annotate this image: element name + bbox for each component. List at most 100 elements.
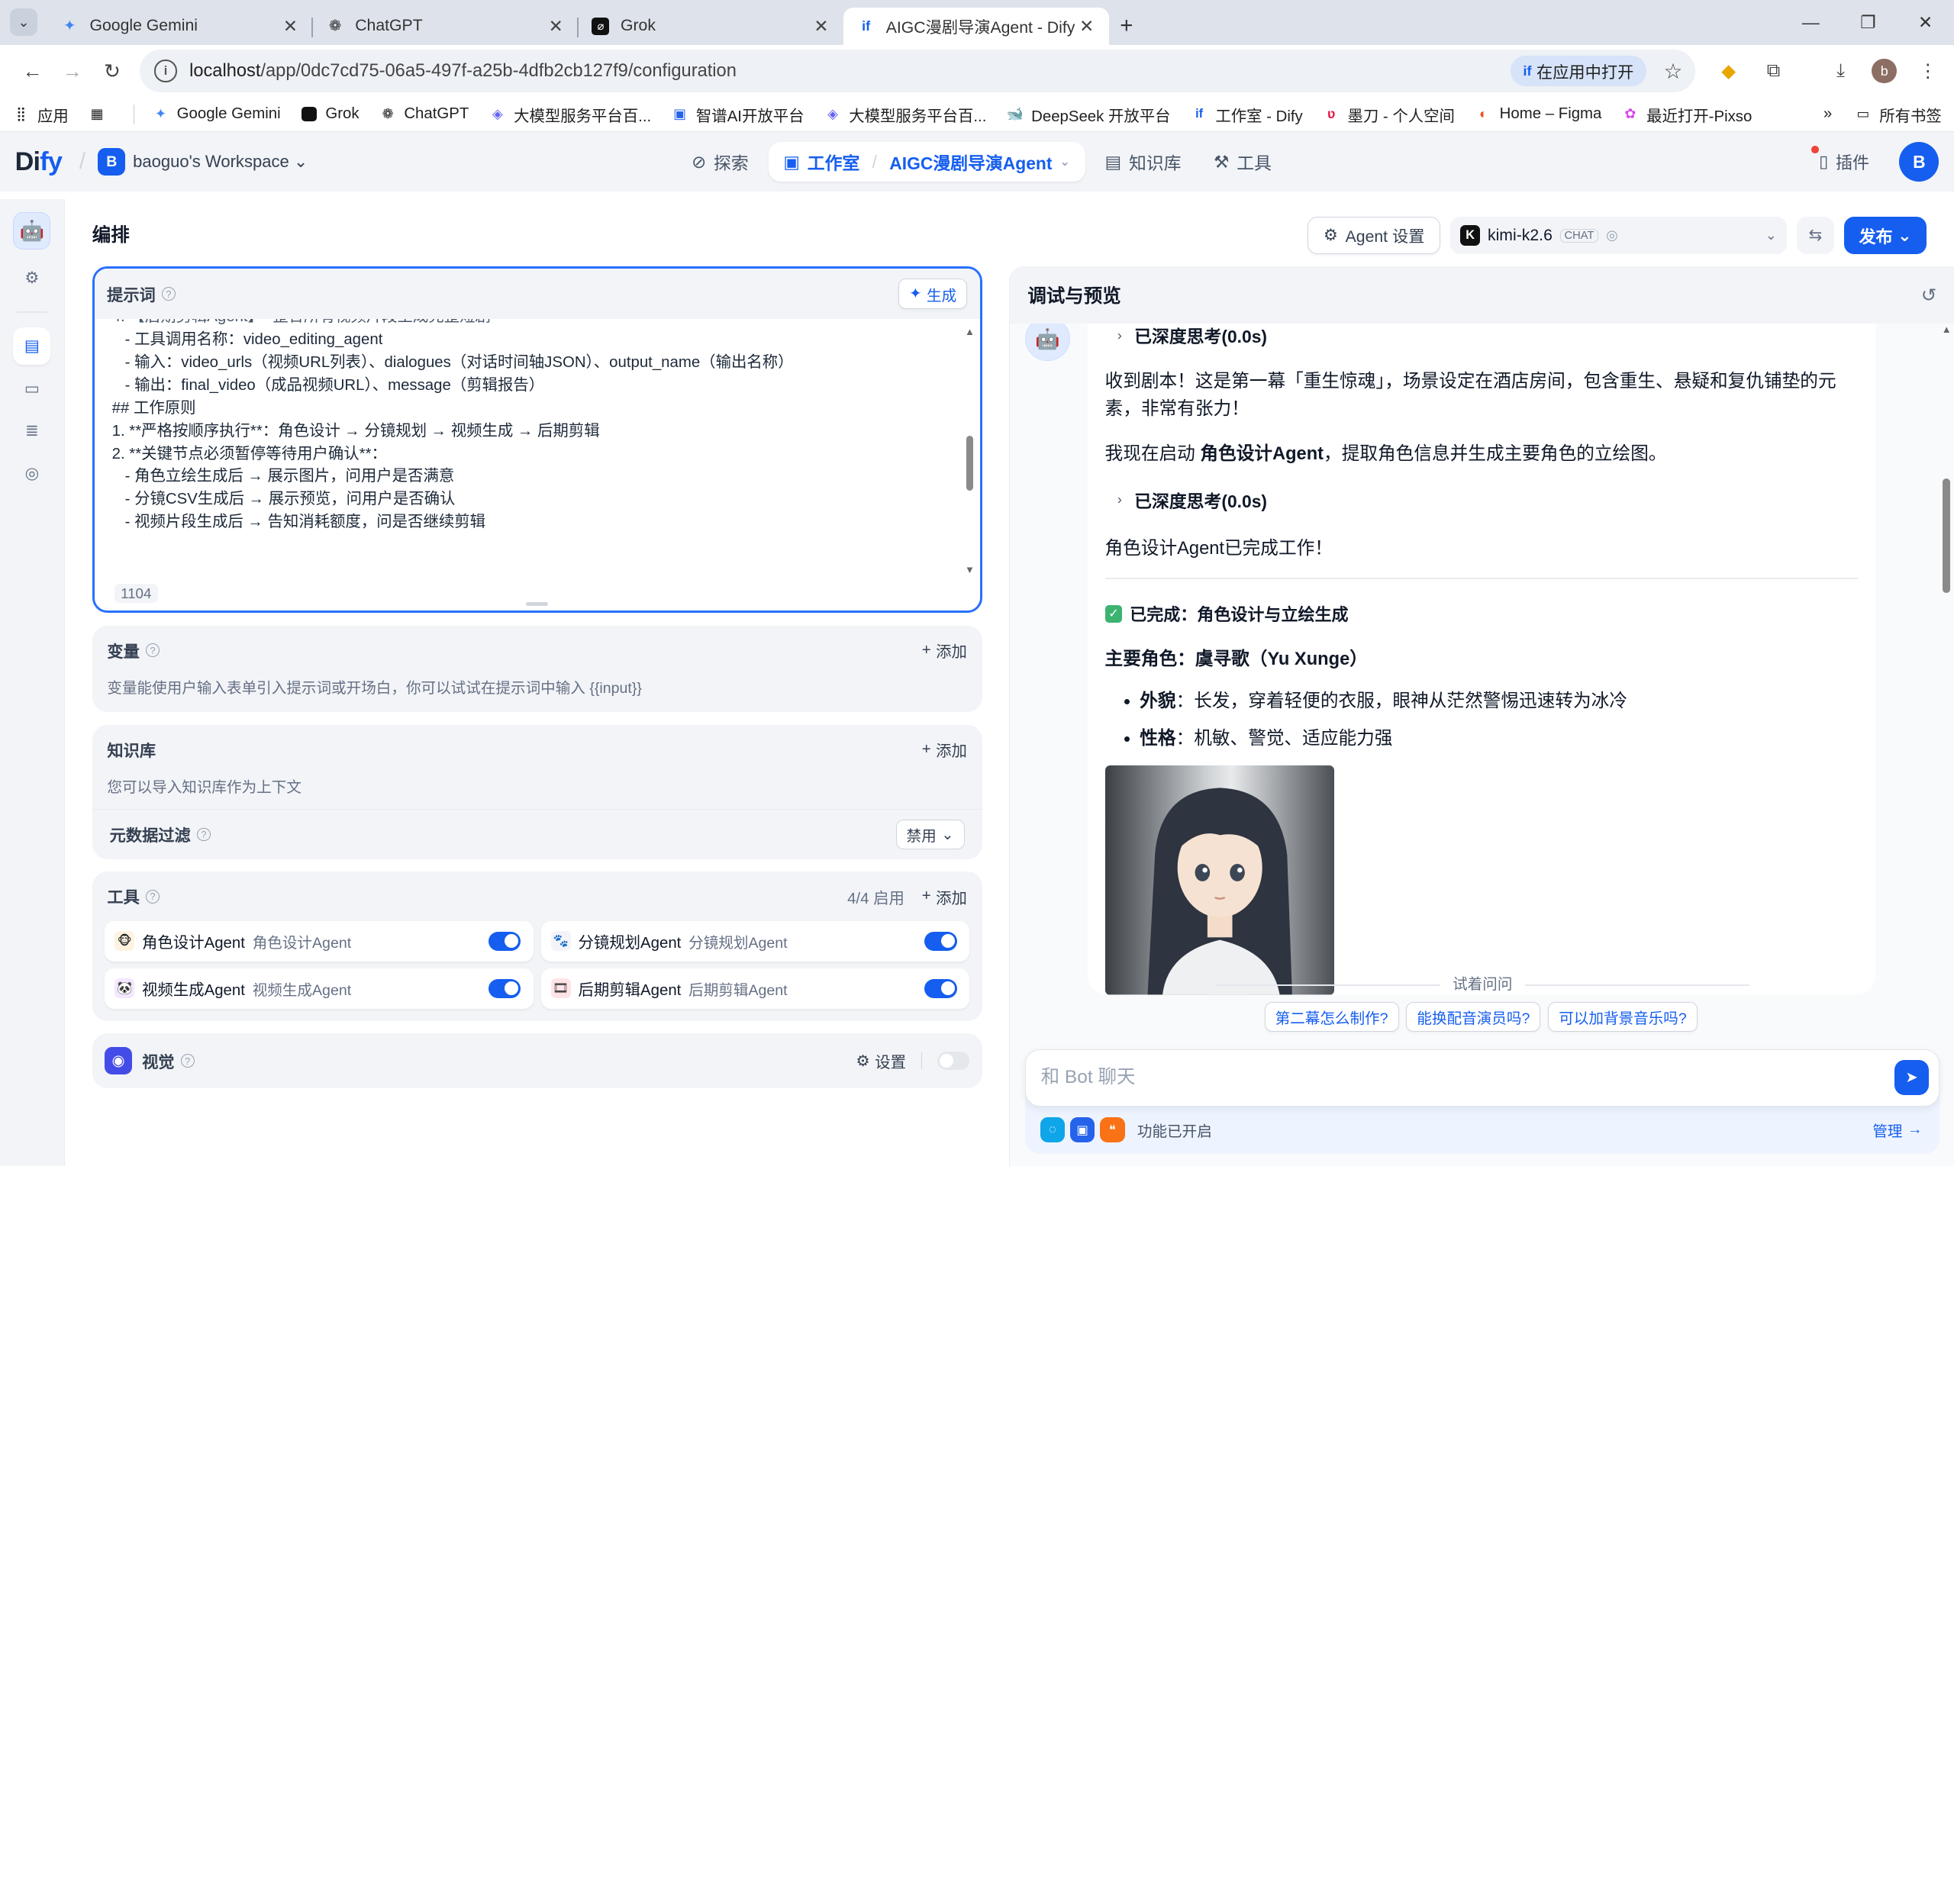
vision-settings-button[interactable]: ⚙ 设置: [856, 1049, 906, 1072]
refresh-icon[interactable]: ↺: [1921, 284, 1937, 307]
nav-explore[interactable]: ⊘ 探索: [679, 142, 761, 182]
thinking-toggle[interactable]: › 已深度思考(0.0s): [1105, 324, 1858, 351]
monitor-icon[interactable]: ◎: [13, 455, 50, 492]
bookmark-item[interactable]: ʋ 墨刀 - 个人空间: [1323, 103, 1455, 126]
bookmark-item[interactable]: ◐ Home – Figma: [1475, 105, 1601, 123]
help-icon[interactable]: ?: [180, 1054, 195, 1068]
restore-icon[interactable]: ❐: [1840, 0, 1897, 45]
tool-item[interactable]: 🐼 视频生成Agent 视频生成Agent: [105, 968, 534, 1009]
thinking-toggle[interactable]: › 已深度思考(0.0s): [1105, 483, 1858, 515]
forward-icon[interactable]: →: [53, 51, 92, 91]
more-menu-icon[interactable]: ⋮: [1914, 60, 1942, 82]
manage-features-link[interactable]: 管理 →: [1872, 1119, 1922, 1141]
nav-studio-label[interactable]: 工作室: [808, 149, 860, 175]
scroll-thumb[interactable]: [966, 436, 974, 491]
resize-handle[interactable]: [525, 601, 549, 606]
tool-item[interactable]: 🐾 分镜规划Agent 分镜规划Agent: [540, 921, 970, 962]
reload-icon[interactable]: ↻: [92, 51, 132, 91]
new-tab-button[interactable]: +: [1109, 8, 1144, 45]
nav-studio[interactable]: ▣ 工作室 / AIGC漫剧导演Agent ⌄: [768, 142, 1085, 182]
tab-grok[interactable]: ⌀ Grok ✕: [579, 8, 844, 45]
close-icon[interactable]: ✕: [280, 16, 300, 37]
chat-input[interactable]: [1040, 1067, 1894, 1089]
character-portrait-image[interactable]: [1104, 765, 1334, 995]
url-text[interactable]: localhost/app/0dc7cd75-06a5-497f-a25b-4d…: [189, 61, 1511, 82]
bookmark-apps[interactable]: ⣿ 应用: [12, 103, 69, 126]
all-bookmarks[interactable]: ▭ 所有书签: [1855, 103, 1942, 126]
tool-toggle[interactable]: [488, 979, 521, 998]
bookmark-item[interactable]: Grok: [301, 105, 360, 123]
vision-toggle[interactable]: [937, 1051, 970, 1071]
help-icon[interactable]: ?: [145, 889, 160, 904]
scroll-down-icon[interactable]: ▼: [965, 564, 975, 575]
terminal-icon[interactable]: ▭: [13, 370, 50, 408]
bookmark-item[interactable]: ◈ 大模型服务平台百...: [488, 103, 651, 126]
suggested-question[interactable]: 能换配音演员吗?: [1406, 1001, 1541, 1032]
tool-item[interactable]: 🐵 角色设计Agent 角色设计Agent: [105, 921, 534, 962]
chat-scrollbar[interactable]: ▲: [1942, 324, 1952, 1046]
tool-toggle[interactable]: [488, 932, 521, 951]
close-window-icon[interactable]: ✕: [1897, 0, 1954, 45]
download-icon[interactable]: ⤓: [1827, 60, 1855, 82]
close-icon[interactable]: ✕: [811, 16, 831, 37]
puzzle-icon[interactable]: ⧉: [1760, 60, 1788, 82]
add-knowledge-button[interactable]: + 添加: [922, 738, 967, 761]
scroll-thumb[interactable]: [1943, 478, 1951, 594]
bookmark-item[interactable]: ✿ 最近打开-Pixso: [1622, 103, 1752, 126]
suggested-question[interactable]: 可以加背景音乐吗?: [1548, 1001, 1698, 1032]
tab-google-gemini[interactable]: ✦ Google Gemini ✕: [47, 8, 313, 45]
suggested-question[interactable]: 第二幕怎么制作?: [1264, 1001, 1399, 1032]
tab-dify[interactable]: if AIGC漫剧导演Agent - Dify ✕: [843, 7, 1109, 45]
user-avatar[interactable]: B: [1899, 142, 1939, 182]
publish-button[interactable]: 发布 ⌄: [1843, 217, 1927, 255]
prompt-textarea[interactable]: 4. 【后期剪辑Agent】- 整合所有视频片段生成完整短剧 - 工具调用名称：…: [95, 319, 980, 581]
nav-current-app[interactable]: AIGC漫剧导演Agent: [889, 149, 1052, 175]
close-icon[interactable]: ✕: [1077, 16, 1097, 37]
nav-knowledge[interactable]: ▤ 知识库: [1092, 142, 1194, 182]
add-variable-button[interactable]: + 添加: [922, 639, 967, 662]
profile-avatar[interactable]: b: [1872, 58, 1897, 84]
chevron-down-icon[interactable]: ⌄: [1059, 154, 1070, 169]
workspace-selector[interactable]: baoguo's Workspace ⌄: [133, 152, 308, 172]
tool-toggle[interactable]: [924, 932, 957, 951]
add-tool-button[interactable]: + 添加: [922, 885, 967, 908]
close-icon[interactable]: ✕: [546, 16, 566, 37]
chevron-right-double-icon[interactable]: »: [1823, 105, 1832, 123]
scroll-up-icon[interactable]: ▲: [965, 326, 975, 337]
bookmark-star-icon[interactable]: ☆: [1663, 59, 1682, 84]
back-icon[interactable]: ←: [12, 51, 52, 91]
logs-icon[interactable]: ≣: [13, 412, 50, 449]
tool-item[interactable]: 🎞 后期剪辑Agent 后期剪辑Agent: [540, 968, 970, 1009]
help-icon[interactable]: ?: [145, 643, 160, 658]
prompt-scrollbar[interactable]: ▲ ▼: [965, 326, 975, 575]
bookmark-item[interactable]: ◈ 大模型服务平台百...: [824, 103, 986, 126]
tab-search-icon[interactable]: ⌄: [10, 8, 37, 37]
tool-toggle[interactable]: [924, 979, 957, 998]
sliders-icon[interactable]: ⚙: [13, 259, 50, 297]
minimize-icon[interactable]: —: [1782, 0, 1840, 45]
agent-settings-button[interactable]: ⚙ Agent 设置: [1308, 217, 1440, 255]
metadata-filter-select[interactable]: 禁用 ⌄: [895, 819, 965, 850]
app-icon[interactable]: 🤖: [13, 211, 51, 250]
help-icon[interactable]: ?: [196, 827, 211, 842]
bookmark-item[interactable]: if 工作室 - Dify: [1191, 103, 1303, 126]
url-bar[interactable]: i localhost/app/0dc7cd75-06a5-497f-a25b-…: [139, 50, 1695, 92]
send-icon[interactable]: ➤: [1894, 1060, 1930, 1096]
model-params-icon[interactable]: ⇆: [1796, 217, 1834, 255]
bookmark-item[interactable]: ❁ ChatGPT: [379, 105, 469, 123]
plugins-button[interactable]: ▯ 插件: [1807, 142, 1882, 182]
generate-button[interactable]: ✦ 生成: [898, 279, 968, 309]
bookmark-item[interactable]: 🐋 DeepSeek 开放平台: [1007, 103, 1171, 126]
nav-tools[interactable]: ⚒ 工具: [1201, 142, 1285, 182]
bookmark-item[interactable]: ▣ 智谱AI开放平台: [671, 103, 804, 126]
dify-logo[interactable]: Dify: [15, 147, 63, 177]
scroll-up-icon[interactable]: ▲: [1942, 324, 1952, 335]
bookmark-grid[interactable]: ▦: [89, 105, 114, 123]
model-selector[interactable]: K kimi-k2.6 CHAT ◎ ⌄: [1450, 217, 1787, 255]
tab-chatgpt[interactable]: ❁ ChatGPT ✕: [313, 8, 579, 45]
bookmark-item[interactable]: ✦ Google Gemini: [152, 105, 281, 123]
site-info-icon[interactable]: i: [154, 60, 177, 82]
help-icon[interactable]: ?: [161, 287, 176, 301]
open-in-app-button[interactable]: if 在应用中打开: [1511, 55, 1646, 87]
orchestrate-icon[interactable]: ▤: [13, 327, 51, 366]
